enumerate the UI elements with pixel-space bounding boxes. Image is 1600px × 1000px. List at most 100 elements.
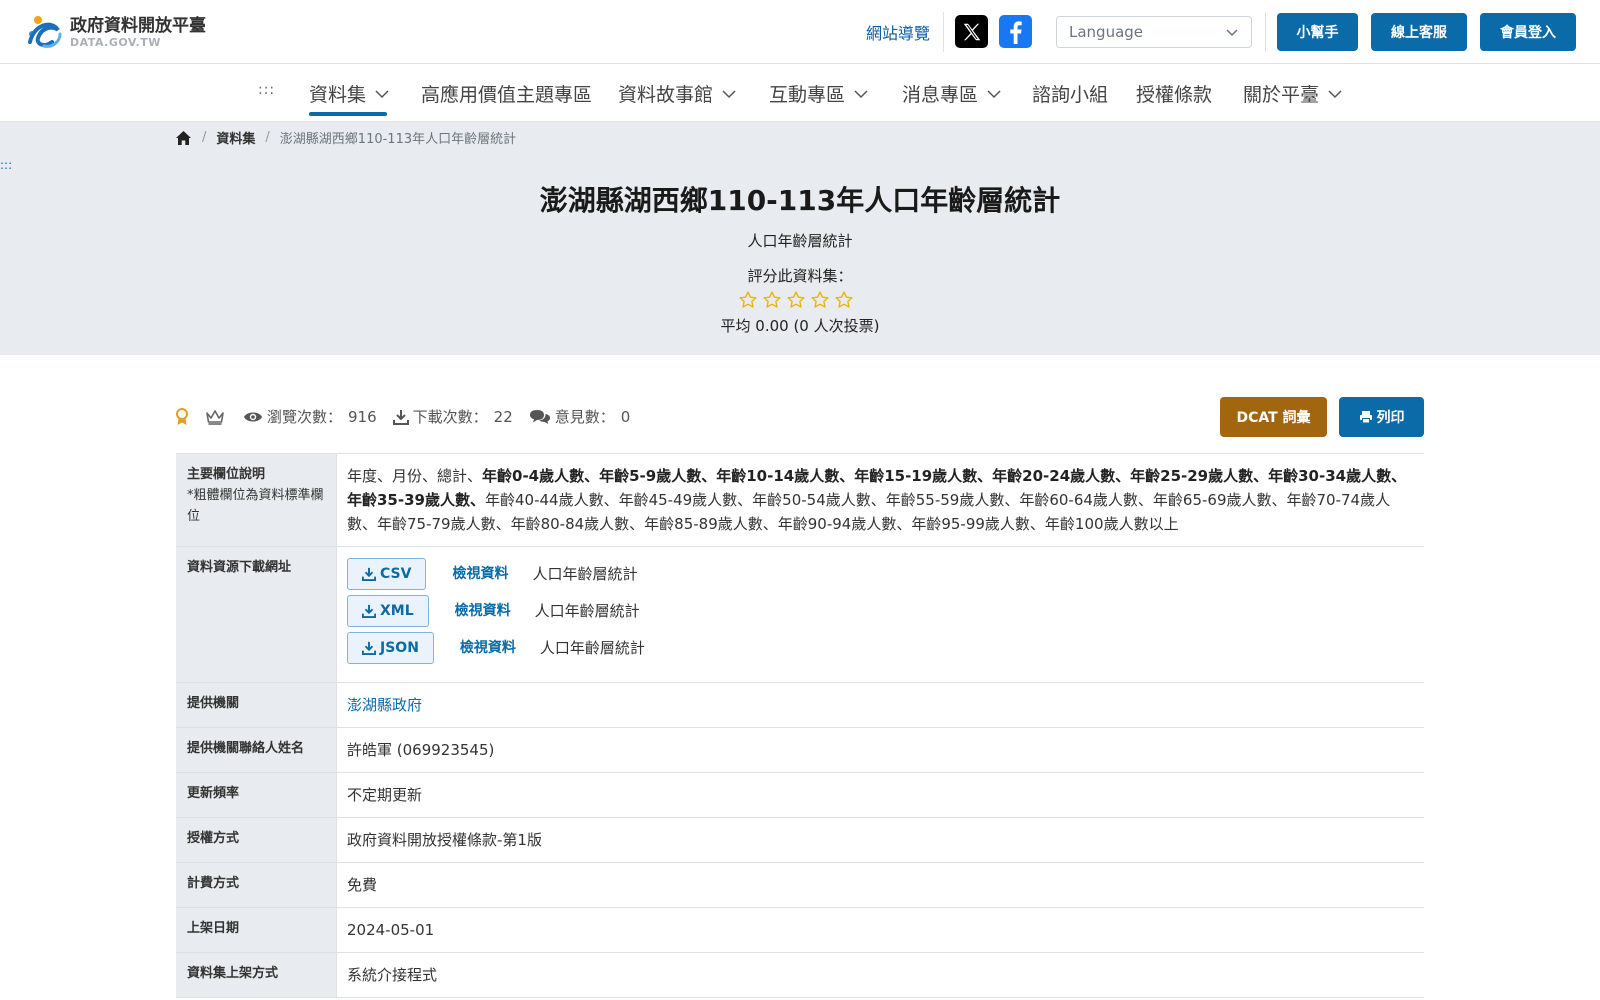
chevron-down-icon (1328, 89, 1342, 98)
resource-item: XML 檢視資料 人口年齡層統計 (347, 594, 1414, 627)
star-icon[interactable] (810, 290, 830, 310)
crown-icon (206, 409, 224, 425)
table-row: 資料資源下載網址 CSV 檢視資料 人口年齡層統計 XML 檢視資料 人口年齡層… (176, 547, 1424, 683)
table-row: 更新頻率 不定期更新 (176, 773, 1424, 818)
facebook-icon[interactable] (999, 15, 1032, 48)
nav-item-label: 互動專區 (769, 84, 846, 106)
site-logo[interactable]: 政府資料開放平臺 DATA.GOV.TW (24, 12, 214, 52)
view-data-link[interactable]: 檢視資料 (452, 562, 508, 586)
chevron-down-icon (375, 89, 389, 98)
download-icon (362, 604, 376, 618)
table-row: 計費方式 免費 (176, 863, 1424, 908)
publish-method-value: 系統介接程式 (336, 953, 1424, 997)
nav-item-news[interactable]: 消息專區 (902, 80, 1002, 107)
x-twitter-icon[interactable] (955, 15, 988, 48)
print-button[interactable]: 列印 (1339, 397, 1424, 437)
content-accesskey[interactable]: ::: (0, 158, 12, 172)
divider (1265, 12, 1266, 52)
nav-item-datasets[interactable]: 資料集 (309, 80, 390, 107)
breadcrumb-separator: / (265, 130, 270, 145)
star-icon[interactable] (834, 290, 854, 310)
fields-label: 主要欄位說明 (187, 467, 266, 482)
fields-value: 年度、月份、總計、年齡0-4歲人數、年齡5-9歲人數、年齡10-14歲人數、年齡… (336, 454, 1424, 546)
download-icon (362, 641, 376, 655)
resources-label: 資料資源下載網址 (176, 547, 336, 682)
nav-accesskey[interactable]: ::: (258, 82, 275, 98)
nav-item-about[interactable]: 關於平臺 (1243, 80, 1343, 107)
table-row: 主要欄位說明 *粗體欄位為資料標準欄位 年度、月份、總計、年齡0-4歲人數、年齡… (176, 454, 1424, 547)
views-label: 瀏覽次數： (267, 408, 343, 426)
nav-item-label: 高應用價值主題專區 (421, 84, 593, 106)
metadata-table: 主要欄位說明 *粗體欄位為資料標準欄位 年度、月份、總計、年齡0-4歲人數、年齡… (176, 453, 1424, 998)
star-icon[interactable] (738, 290, 758, 310)
language-select[interactable]: Language (1056, 16, 1252, 48)
fields-note: *粗體欄位為資料標準欄位 (187, 488, 324, 524)
print-label: 列印 (1376, 410, 1405, 426)
contact-label: 提供機關聯絡人姓名 (176, 728, 336, 772)
logo-name: 政府資料開放平臺 (70, 15, 206, 36)
format-label: JSON (380, 639, 419, 656)
license-value: 政府資料開放授權條款-第1版 (336, 818, 1424, 862)
comments-label: 意見數： (554, 408, 615, 426)
publish-date-label: 上架日期 (176, 908, 336, 952)
download-json-button[interactable]: JSON (347, 631, 434, 664)
download-csv-button[interactable]: CSV (347, 557, 427, 590)
resource-name: 人口年齡層統計 (534, 601, 640, 620)
license-label: 授權方式 (176, 818, 336, 862)
breadcrumb-datasets-link[interactable]: 資料集 (216, 128, 255, 147)
nav-item-license[interactable]: 授權條款 (1136, 80, 1212, 107)
nav-item-label: 諮詢小組 (1032, 84, 1109, 106)
star-icon[interactable] (786, 290, 806, 310)
agency-link[interactable]: 澎湖縣政府 (347, 696, 422, 714)
agency-label: 提供機關 (176, 683, 336, 727)
table-row: 上架日期 2024-05-01 (176, 908, 1424, 953)
fee-value: 免費 (336, 863, 1424, 907)
breadcrumb: / 資料集 / 澎湖縣湖西鄉110-113年人口年齡層統計 (175, 128, 516, 147)
fee-label: 計費方式 (176, 863, 336, 907)
comments-count: 0 (620, 407, 631, 426)
download-xml-button[interactable]: XML (347, 594, 429, 627)
rating-stars (738, 290, 854, 310)
member-login-button[interactable]: 會員登入 (1480, 13, 1576, 51)
download-icon (392, 409, 409, 425)
nav-item-label: 關於平臺 (1243, 84, 1320, 106)
home-icon[interactable] (175, 130, 192, 146)
frequency-label: 更新頻率 (176, 773, 336, 817)
nav-item-advisory[interactable]: 諮詢小組 (1032, 80, 1108, 107)
fields-plain-text: 年齡40-44歲人數、年齡45-49歲人數、年齡50-54歲人數、年齡55-59… (347, 491, 1391, 533)
dcat-button[interactable]: DCAT 詞彙 (1220, 397, 1327, 437)
resource-item: JSON 檢視資料 人口年齡層統計 (347, 631, 1414, 664)
table-row: 授權方式 政府資料開放授權條款-第1版 (176, 818, 1424, 863)
helper-button[interactable]: 小幫手 (1277, 13, 1358, 51)
nav-item-high-value[interactable]: 高應用價值主題專區 (421, 80, 592, 107)
nav-item-label: 資料故事館 (618, 84, 714, 106)
page-subtitle: 人口年齡層統計 (747, 232, 853, 250)
logo-subtitle: DATA.GOV.TW (70, 35, 161, 49)
format-label: CSV (380, 565, 412, 582)
online-service-button[interactable]: 線上客服 (1371, 13, 1467, 51)
nav-item-interactive[interactable]: 互動專區 (769, 80, 869, 107)
chevron-down-icon (722, 89, 736, 98)
resource-name: 人口年齡層統計 (539, 638, 645, 657)
table-row: 提供機關聯絡人姓名 許皓軍 (069923545) (176, 728, 1424, 773)
resource-item: CSV 檢視資料 人口年齡層統計 (347, 557, 1414, 590)
nav-item-story[interactable]: 資料故事館 (618, 80, 737, 107)
table-row: 提供機關 澎湖縣政府 (176, 683, 1424, 728)
agency-value: 澎湖縣政府 (336, 683, 1424, 727)
view-data-link[interactable]: 檢視資料 (455, 599, 511, 623)
breadcrumb-current: 澎湖縣湖西鄉110-113年人口年齡層統計 (279, 132, 517, 147)
view-data-link[interactable]: 檢視資料 (460, 636, 516, 660)
award-icon (176, 407, 188, 425)
nav-item-label: 資料集 (309, 84, 367, 106)
language-select-value: Language (1069, 23, 1144, 41)
page-title: 澎湖縣湖西鄉110-113年人口年齡層統計 (539, 184, 1061, 217)
views-count: 916 (348, 407, 377, 426)
star-icon[interactable] (762, 290, 782, 310)
downloads-label: 下載次數： (412, 408, 488, 426)
fields-plain-text: 年度、月份、總計、 (347, 467, 483, 485)
chevron-down-icon (1226, 29, 1238, 37)
sitemap-link[interactable]: 網站導覽 (866, 20, 930, 44)
logo-icon (28, 16, 62, 48)
publish-method-label: 資料集上架方式 (176, 953, 336, 997)
publish-date-value: 2024-05-01 (336, 908, 1424, 952)
